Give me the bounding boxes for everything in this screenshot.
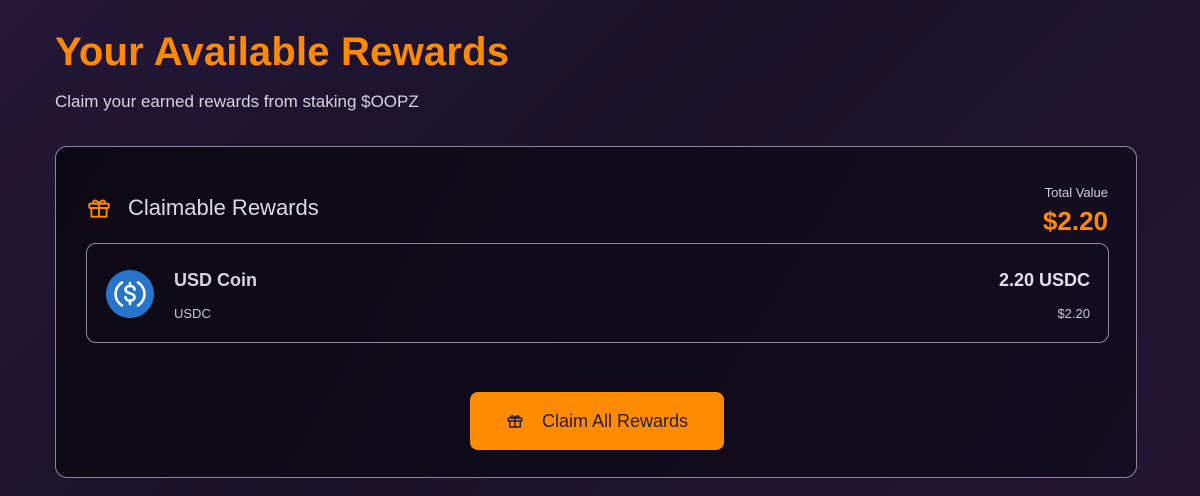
total-value-label: Total Value (1044, 185, 1108, 200)
gift-icon (506, 412, 524, 430)
panel-title: Claimable Rewards (128, 195, 319, 220)
usdc-icon (106, 270, 154, 318)
total-value-amount: $2.20 (1042, 206, 1108, 236)
claim-all-rewards-button[interactable]: Claim All Rewards (470, 392, 724, 450)
coin-usd-value: $2.20 (1057, 306, 1090, 321)
total-value-block: Total Value $2.20 (1043, 185, 1108, 237)
reward-row-usdc: USD Coin USDC 2.20 USDC $2.20 (86, 243, 1109, 343)
claim-button-label: Claim All Rewards (541, 410, 689, 431)
page-title: Your Available Rewards (55, 30, 510, 74)
claimable-rewards-panel: Claimable Rewards Total Value $2.20 USD … (55, 146, 1137, 478)
coin-name: USD Coin (174, 270, 257, 290)
gift-icon (86, 195, 112, 221)
page-subtitle: Claim your earned rewards from staking $… (55, 92, 419, 111)
panel-header: Claimable Rewards (86, 195, 319, 221)
coin-amount: 2.20 USDC (998, 270, 1090, 290)
coin-symbol: USDC (174, 306, 211, 321)
